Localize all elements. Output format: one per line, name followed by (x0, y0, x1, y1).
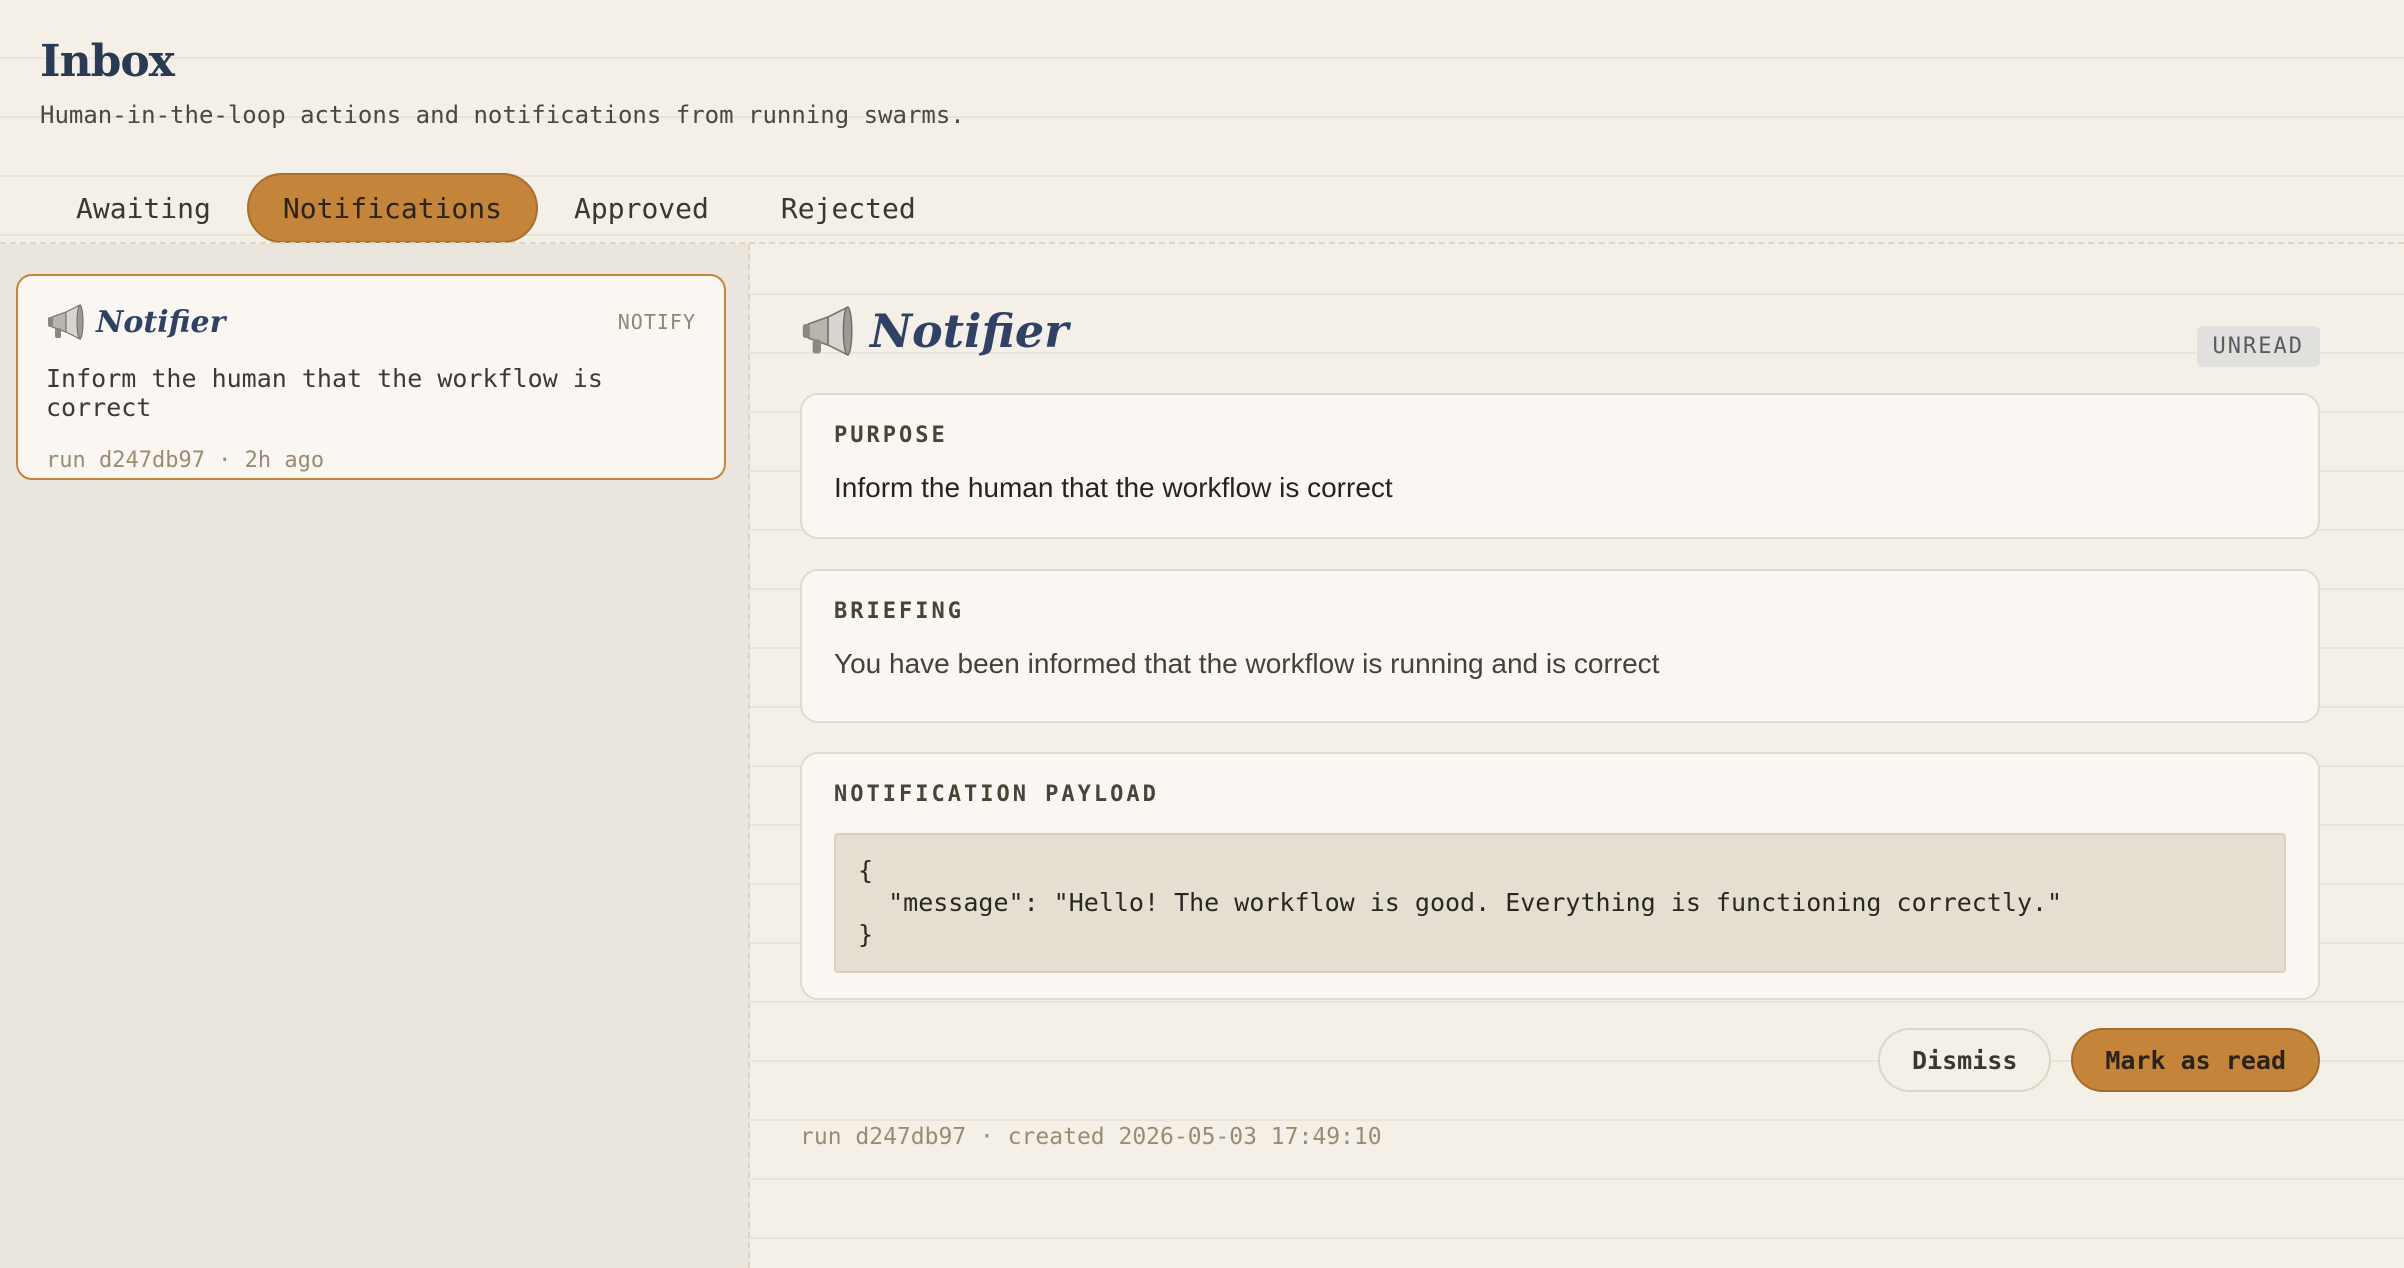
page-title: Inbox (40, 36, 175, 87)
detail-agent-name: Notifier (870, 304, 1069, 358)
briefing-text: You have been informed that the workflow… (834, 648, 1660, 679)
detail-actions: Dismiss Mark as read (1878, 1028, 2320, 1092)
payload-code-block: { "message": "Hello! The workflow is goo… (834, 833, 2286, 973)
payload-panel: NOTIFICATION PAYLOAD { "message": "Hello… (800, 752, 2320, 1000)
tab-awaiting[interactable]: Awaiting (40, 173, 247, 243)
list-item-header: Notifier NOTIFY (46, 302, 696, 342)
page-header: Inbox Human-in-the-loop actions and noti… (40, 36, 965, 129)
tab-notifications[interactable]: Notifications (246, 173, 539, 243)
detail-agent: Notifier (800, 303, 1068, 359)
tab-approved[interactable]: Approved (538, 173, 745, 243)
page-subtitle: Human-in-the-loop actions and notificati… (40, 101, 965, 129)
list-item-kind-badge: NOTIFY (617, 310, 696, 334)
purpose-panel: PURPOSE Inform the human that the workfl… (800, 393, 2320, 539)
purpose-label: PURPOSE (834, 423, 948, 448)
tab-bar: Awaiting Notifications Approved Rejected (40, 173, 952, 243)
megaphone-icon (48, 304, 84, 340)
dismiss-button[interactable]: Dismiss (1878, 1028, 2052, 1092)
briefing-label: BRIEFING (834, 599, 964, 624)
status-badge: UNREAD (2196, 325, 2320, 367)
megaphone-icon (802, 305, 853, 357)
detail-header: Notifier UNREAD (800, 299, 2320, 367)
payload-label: NOTIFICATION PAYLOAD (834, 782, 1159, 807)
tab-rejected[interactable]: Rejected (745, 173, 952, 243)
list-item-text: Inform the human that the workflow is co… (46, 364, 603, 422)
briefing-panel: BRIEFING You have been informed that the… (800, 569, 2320, 723)
notification-list: Notifier NOTIFY Inform the human that th… (0, 244, 750, 1268)
list-item-meta: run d247db97 · 2h ago (46, 448, 325, 473)
purpose-text: Inform the human that the workflow is co… (834, 472, 1393, 503)
mark-as-read-button[interactable]: Mark as read (2071, 1028, 2320, 1092)
list-item-agent-name: Notifier (96, 304, 226, 340)
list-item[interactable]: Notifier NOTIFY Inform the human that th… (16, 274, 726, 480)
list-item-agent: Notifier (46, 302, 225, 342)
detail-footer-meta: run d247db97 · created 2026-05-03 17:49:… (800, 1124, 1382, 1150)
